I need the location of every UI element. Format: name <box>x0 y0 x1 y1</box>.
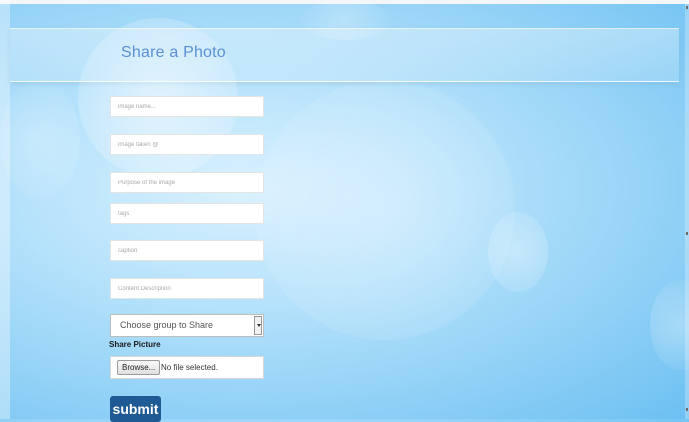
left-margin <box>0 0 10 419</box>
background-bokeh <box>488 212 548 292</box>
page-title: Share a Photo <box>121 44 226 61</box>
scrollbar[interactable] <box>685 0 689 419</box>
content-description-input[interactable] <box>110 278 264 299</box>
dropdown-arrow-icon[interactable] <box>254 316 262 335</box>
tags-input[interactable] <box>110 203 264 224</box>
group-select-value: Choose group to Share <box>120 320 214 330</box>
background-bokeh <box>255 80 515 340</box>
submit-button[interactable]: submit <box>110 396 161 422</box>
purpose-input[interactable] <box>110 172 264 193</box>
scroll-up-icon[interactable] <box>686 6 688 9</box>
caption-input[interactable] <box>110 240 264 261</box>
group-select[interactable]: Choose group to Share <box>110 314 264 337</box>
header-bar <box>10 28 679 82</box>
background-bokeh <box>650 280 689 370</box>
window-top-border <box>0 0 689 4</box>
scroll-down-icon[interactable] <box>686 408 688 411</box>
browse-button[interactable]: Browse... <box>117 360 161 375</box>
background-bokeh <box>0 80 80 200</box>
image-taken-input[interactable] <box>110 134 264 155</box>
file-input[interactable]: Browse... No file selected. <box>110 356 264 379</box>
image-name-input[interactable] <box>110 96 264 117</box>
file-status-text: No file selected. <box>161 363 218 372</box>
share-picture-label: Share Picture <box>109 340 161 349</box>
scroll-thumb[interactable] <box>686 232 688 235</box>
